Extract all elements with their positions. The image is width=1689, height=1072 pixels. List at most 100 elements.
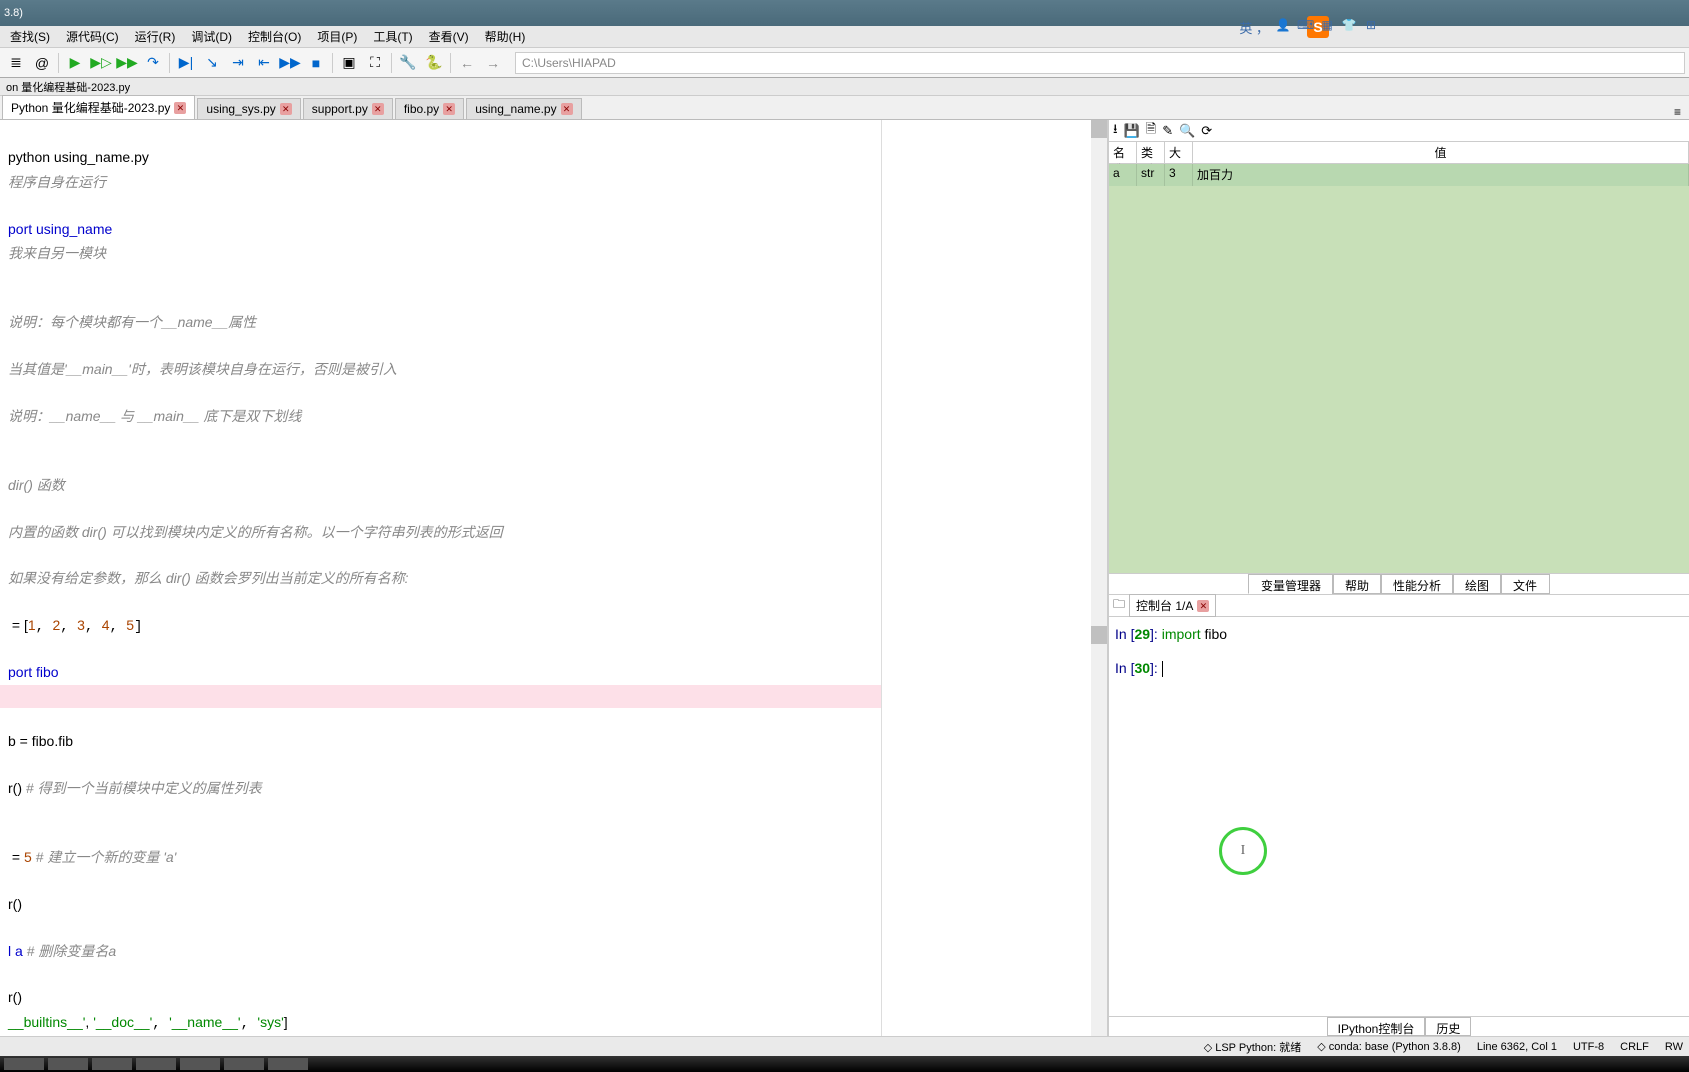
status-conda[interactable]: ◇ conda: base (Python 3.8.8): [1317, 1040, 1461, 1053]
menu-project[interactable]: 项目(P): [313, 26, 361, 47]
forward-icon[interactable]: →: [481, 51, 505, 75]
taskbar-item[interactable]: [4, 1058, 44, 1070]
run-next-icon[interactable]: ▶▶: [115, 51, 139, 75]
tab-options-icon[interactable]: ≡: [1668, 105, 1687, 119]
menu-console[interactable]: 控制台(O): [244, 26, 305, 47]
menu-help[interactable]: 帮助(H): [481, 26, 530, 47]
ipython-console[interactable]: In [29]: import fibo In [30]: I: [1109, 617, 1689, 1016]
save2-icon[interactable]: 🗎: [1146, 120, 1156, 142]
var-name: a: [1109, 164, 1137, 186]
code-line: r(): [8, 896, 22, 912]
var-type: str: [1137, 164, 1165, 186]
status-lsp[interactable]: ◇ LSP Python: 就绪: [1204, 1039, 1302, 1055]
tab-label: fibo.py: [404, 102, 439, 116]
main-area: python using_name.py 程序自身在运行 port using_…: [0, 120, 1689, 1036]
tab-history[interactable]: 历史: [1425, 1017, 1471, 1036]
right-pane-tabs: 变量管理器 帮助 性能分析 绘图 文件: [1109, 573, 1689, 595]
taskbar-item[interactable]: [268, 1058, 308, 1070]
ime-lang[interactable]: 英 ，: [1239, 18, 1269, 34]
step-over-icon[interactable]: ↷: [141, 51, 165, 75]
windows-taskbar[interactable]: [0, 1056, 1689, 1072]
ime-toolbar: 英 ， 👤 ⌨ ▦ 👕 ⊞: [1239, 18, 1379, 34]
menu-run[interactable]: 运行(R): [131, 26, 180, 47]
browser-bar: 3.8): [0, 0, 1689, 26]
search-icon[interactable]: 🔍: [1179, 123, 1195, 139]
debug-run-icon[interactable]: ▶|: [174, 51, 198, 75]
status-line[interactable]: Line 6362, Col 1: [1477, 1041, 1557, 1053]
menu-view[interactable]: 查看(V): [425, 26, 473, 47]
close-icon[interactable]: ✕: [174, 102, 186, 114]
save-icon[interactable]: 💾: [1124, 123, 1140, 139]
col-value[interactable]: 值: [1193, 142, 1689, 163]
col-type[interactable]: 类型: [1137, 142, 1165, 163]
console-tab-1[interactable]: 控制台 1/A ✕: [1129, 594, 1216, 617]
at-icon[interactable]: @: [30, 51, 54, 75]
var-size: 3: [1165, 164, 1193, 186]
tab-variables[interactable]: 变量管理器: [1248, 574, 1334, 594]
close-icon[interactable]: ✕: [280, 103, 292, 115]
menu-debug[interactable]: 调试(D): [187, 26, 236, 47]
code-line: r(): [8, 989, 22, 1005]
editor-tab-usingsys[interactable]: using_sys.py ✕: [197, 98, 300, 119]
step-out-icon[interactable]: ⇤: [252, 51, 276, 75]
status-encoding[interactable]: UTF-8: [1573, 1041, 1604, 1053]
editor-tab-fibo[interactable]: fibo.py ✕: [395, 98, 464, 119]
stop-icon[interactable]: ■: [304, 51, 328, 75]
code-comment: 程序自身在运行: [8, 174, 106, 190]
tab-ipython[interactable]: IPython控制台: [1327, 1017, 1426, 1036]
python-icon[interactable]: 🐍: [422, 51, 446, 75]
editor-tab-usingname[interactable]: using_name.py ✕: [466, 98, 581, 119]
scroll-thumb[interactable]: [1091, 626, 1107, 644]
apps-icon[interactable]: ⊞: [1363, 18, 1379, 34]
menu-source[interactable]: 源代码(C): [62, 26, 123, 47]
editor-tab-support[interactable]: support.py ✕: [303, 98, 393, 119]
taskbar-item[interactable]: [224, 1058, 264, 1070]
editor-tab-main[interactable]: Python 量化编程基础-2023.py ✕: [2, 95, 195, 119]
scroll-thumb[interactable]: [1091, 120, 1107, 138]
step-into-icon[interactable]: ↘: [200, 51, 224, 75]
status-eol[interactable]: CRLF: [1620, 1041, 1649, 1053]
browse-tabs-icon[interactable]: 🗀: [1113, 595, 1125, 616]
editor-scrollbar[interactable]: [1091, 120, 1107, 1036]
taskbar-item[interactable]: [180, 1058, 220, 1070]
tab-help[interactable]: 帮助: [1332, 574, 1382, 594]
refresh-icon[interactable]: ⟳: [1201, 123, 1212, 139]
save-icon[interactable]: ▣: [337, 51, 361, 75]
col-size[interactable]: 大小: [1165, 142, 1193, 163]
code-line: python using_name.py: [8, 149, 149, 165]
run-icon[interactable]: ▶: [63, 51, 87, 75]
step-icon[interactable]: ⇥: [226, 51, 250, 75]
run-cell-icon[interactable]: ▶▷: [89, 51, 113, 75]
user-icon[interactable]: 👤: [1275, 18, 1291, 34]
fullscreen-icon[interactable]: ⛶: [363, 51, 387, 75]
status-rw[interactable]: RW: [1665, 1041, 1683, 1053]
taskbar-item[interactable]: [92, 1058, 132, 1070]
close-icon[interactable]: ✕: [443, 103, 455, 115]
shirt-icon[interactable]: 👕: [1341, 18, 1357, 34]
tab-perf[interactable]: 性能分析: [1380, 574, 1454, 594]
col-name[interactable]: 名称: [1109, 142, 1137, 163]
close-icon[interactable]: ✕: [372, 103, 384, 115]
variable-row[interactable]: a str 3 加百力: [1109, 164, 1689, 186]
list-icon[interactable]: ≣: [4, 51, 28, 75]
continue-icon[interactable]: ▶▶: [278, 51, 302, 75]
tab-plot[interactable]: 绘图: [1452, 574, 1502, 594]
taskbar-item[interactable]: [136, 1058, 176, 1070]
tab-label: using_name.py: [475, 102, 556, 116]
close-icon[interactable]: ✕: [1197, 600, 1209, 612]
menu-search[interactable]: 查找(S): [6, 26, 54, 47]
code-editor[interactable]: python using_name.py 程序自身在运行 port using_…: [0, 120, 881, 1036]
edit-icon[interactable]: ✎: [1162, 123, 1173, 139]
menu-tool[interactable]: 工具(T): [369, 26, 416, 47]
taskbar-item[interactable]: [48, 1058, 88, 1070]
wrench-icon[interactable]: 🔧: [396, 51, 420, 75]
grid-icon[interactable]: ▦: [1319, 18, 1335, 34]
close-icon[interactable]: ✕: [561, 103, 573, 115]
import-icon[interactable]: ⭳: [1113, 120, 1118, 142]
tab-file[interactable]: 文件: [1500, 574, 1550, 594]
code-keyword: port using_name: [8, 221, 112, 237]
code-line: =: [8, 849, 24, 865]
keyboard-icon[interactable]: ⌨: [1297, 18, 1313, 34]
working-dir-input[interactable]: [515, 52, 1685, 74]
back-icon[interactable]: ←: [455, 51, 479, 75]
